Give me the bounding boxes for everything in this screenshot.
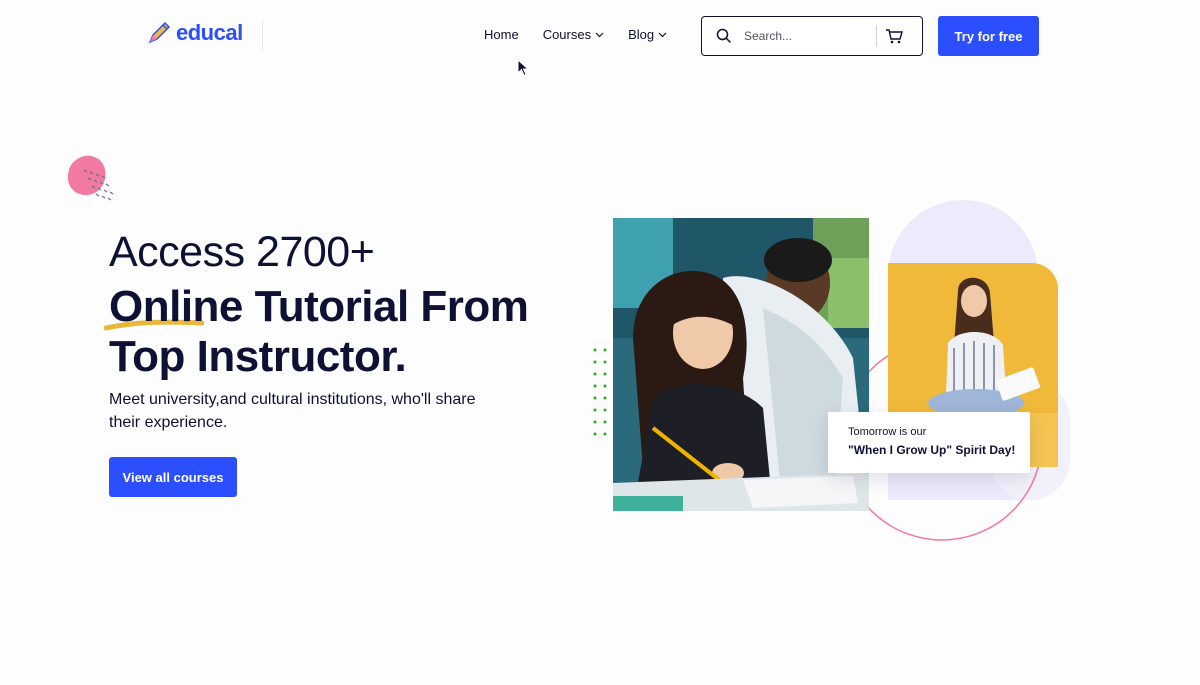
logo[interactable]: educal bbox=[146, 20, 243, 46]
event-card-title: "When I Grow Up" Spirit Day! bbox=[848, 443, 1016, 457]
cart-icon[interactable] bbox=[885, 28, 903, 44]
chevron-down-icon bbox=[658, 32, 667, 37]
event-card-intro: Tomorrow is our bbox=[848, 426, 927, 438]
hero-description: Meet university,and cultural institution… bbox=[109, 391, 476, 431]
event-card[interactable]: Tomorrow is our "When I Grow Up" Spirit … bbox=[828, 412, 1030, 473]
view-all-courses-button[interactable]: View all courses bbox=[109, 457, 237, 497]
nav-item-label: Courses bbox=[542, 27, 592, 42]
nav-item-home[interactable]: Home bbox=[484, 27, 519, 42]
pencil-icon bbox=[148, 21, 171, 44]
nav-item-courses[interactable]: Courses bbox=[543, 27, 604, 42]
main-nav: Home Courses Blog bbox=[484, 27, 667, 42]
header-divider bbox=[262, 20, 263, 50]
hero-subtitle: Access 2700+ bbox=[109, 228, 375, 276]
nav-item-label: Blog bbox=[628, 27, 655, 42]
search-input[interactable] bbox=[744, 29, 872, 43]
nav-item-label: Home bbox=[484, 27, 519, 42]
chevron-down-icon bbox=[595, 32, 604, 37]
nav-item-blog[interactable]: Blog bbox=[628, 27, 667, 42]
search-icon[interactable] bbox=[716, 28, 732, 44]
hero-title: Online Tutorial From Top Instructor. bbox=[109, 282, 529, 381]
mouse-cursor-icon bbox=[517, 59, 529, 77]
logo-text: educal bbox=[176, 20, 243, 45]
search-divider bbox=[876, 25, 877, 47]
search-box bbox=[701, 16, 923, 56]
try-for-free-button[interactable]: Try for free bbox=[938, 16, 1039, 56]
decorative-dots bbox=[593, 348, 607, 436]
decorative-blob bbox=[68, 155, 114, 201]
